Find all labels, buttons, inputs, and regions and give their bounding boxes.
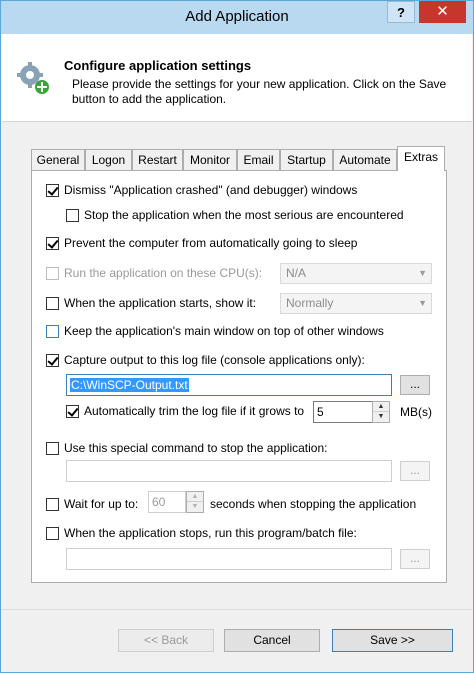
extras-panel: Dismiss "Application crashed" (and debug…: [31, 170, 447, 583]
stop-command-browse-button: ...: [400, 461, 430, 481]
tab-email[interactable]: Email: [237, 149, 280, 171]
wait-seconds-spinner: ▲ ▼: [186, 491, 204, 513]
wait-stop-suffix: seconds when stopping the application: [210, 497, 417, 511]
spin-down-icon: ▼: [191, 503, 199, 510]
tab-restart[interactable]: Restart: [132, 149, 183, 171]
close-button[interactable]: ✕: [419, 1, 466, 23]
trim-size-value: 5: [317, 405, 324, 419]
trim-unit: MB(s): [400, 405, 432, 419]
show-on-start-label: When the application starts, show it:: [64, 296, 257, 310]
gears-add-icon: [17, 62, 49, 94]
stop-on-serious-option[interactable]: Stop the application when the most serio…: [66, 208, 404, 222]
keep-on-top-option[interactable]: Keep the application's main window on to…: [46, 324, 384, 338]
wait-stop-option[interactable]: Wait for up to:: [46, 497, 138, 511]
stop-command-input: [66, 460, 392, 482]
tab-extras[interactable]: Extras: [397, 146, 445, 171]
spin-up-icon: ▲: [187, 492, 203, 502]
dismiss-crash-label: Dismiss "Application crashed" (and debug…: [64, 183, 358, 197]
show-on-start-checkbox[interactable]: [46, 296, 59, 310]
help-button[interactable]: ?: [387, 1, 415, 23]
cpu-affinity-checkbox: [46, 266, 59, 280]
cpu-affinity-combo: N/A ▼: [280, 263, 432, 284]
trim-log-checkbox[interactable]: [66, 404, 79, 418]
show-on-start-value: Normally: [286, 296, 334, 310]
dismiss-crash-checkbox[interactable]: [46, 183, 59, 197]
show-on-start-combo: Normally ▼: [280, 293, 432, 314]
log-file-path-value: C:\WinSCP-Output.txt: [70, 378, 189, 392]
chevron-down-icon: ▼: [418, 298, 427, 308]
prevent-sleep-option[interactable]: Prevent the computer from automatically …: [46, 236, 357, 250]
cpu-affinity-label: Run the application on these CPU(s):: [64, 266, 263, 280]
trim-log-label: Automatically trim the log file if it gr…: [84, 404, 305, 418]
save-button[interactable]: Save >>: [332, 629, 453, 652]
prevent-sleep-label: Prevent the computer from automatically …: [64, 236, 358, 250]
dialog-header: Configure application settings Please pr…: [2, 34, 472, 122]
tab-logon[interactable]: Logon: [85, 149, 132, 171]
capture-output-label: Capture output to this log file (console…: [64, 353, 365, 367]
trim-size-input[interactable]: 5: [313, 401, 373, 423]
stop-on-serious-checkbox[interactable]: [66, 208, 79, 222]
title-bar: Add Application ? ✕: [1, 1, 473, 34]
run-on-stop-label: When the application stops, run this pro…: [64, 526, 357, 540]
run-on-stop-option[interactable]: When the application stops, run this pro…: [46, 526, 357, 540]
add-application-dialog: Add Application ? ✕ Configure applicatio…: [0, 0, 474, 673]
trim-log-option[interactable]: Automatically trim the log file if it gr…: [66, 404, 304, 418]
tab-startup[interactable]: Startup: [280, 149, 333, 171]
footer-divider: [2, 609, 472, 610]
capture-output-checkbox[interactable]: [46, 353, 59, 367]
stop-command-option[interactable]: Use this special command to stop the app…: [46, 441, 327, 455]
wait-stop-label: Wait for up to:: [64, 497, 139, 511]
chevron-down-icon: ▼: [418, 268, 427, 278]
prevent-sleep-checkbox[interactable]: [46, 236, 59, 250]
stop-command-label: Use this special command to stop the app…: [64, 441, 328, 455]
spin-up-icon[interactable]: ▲: [373, 402, 389, 412]
header-description: Please provide the settings for your new…: [72, 77, 447, 106]
tab-monitor[interactable]: Monitor: [183, 149, 237, 171]
run-on-stop-input: [66, 548, 392, 570]
spin-down-icon[interactable]: ▼: [373, 412, 389, 422]
wait-seconds-input: 60: [148, 491, 186, 513]
cpu-affinity-value: N/A: [286, 266, 307, 280]
log-file-path-input[interactable]: C:\WinSCP-Output.txt: [66, 374, 392, 396]
run-on-stop-checkbox[interactable]: [46, 526, 59, 540]
trim-size-spinner[interactable]: ▲ ▼: [372, 401, 390, 423]
cancel-button[interactable]: Cancel: [224, 629, 320, 652]
keep-on-top-checkbox[interactable]: [46, 324, 59, 338]
keep-on-top-label: Keep the application's main window on to…: [64, 324, 384, 338]
tab-automate[interactable]: Automate: [333, 149, 397, 171]
show-on-start-option[interactable]: When the application starts, show it:: [46, 296, 256, 310]
tab-general[interactable]: General: [31, 149, 85, 171]
capture-output-option[interactable]: Capture output to this log file (console…: [46, 353, 365, 367]
wait-seconds-value: 60: [152, 495, 166, 509]
stop-on-serious-label: Stop the application when the most serio…: [84, 208, 404, 222]
dismiss-crash-option[interactable]: Dismiss "Application crashed" (and debug…: [46, 183, 357, 197]
log-file-browse-button[interactable]: ...: [400, 375, 430, 395]
wait-stop-checkbox[interactable]: [46, 497, 59, 511]
header-title: Configure application settings: [64, 58, 252, 73]
stop-command-checkbox[interactable]: [46, 441, 59, 455]
back-button: << Back: [118, 629, 214, 652]
cpu-affinity-option: Run the application on these CPU(s):: [46, 266, 262, 280]
run-on-stop-browse-button: ...: [400, 549, 430, 569]
